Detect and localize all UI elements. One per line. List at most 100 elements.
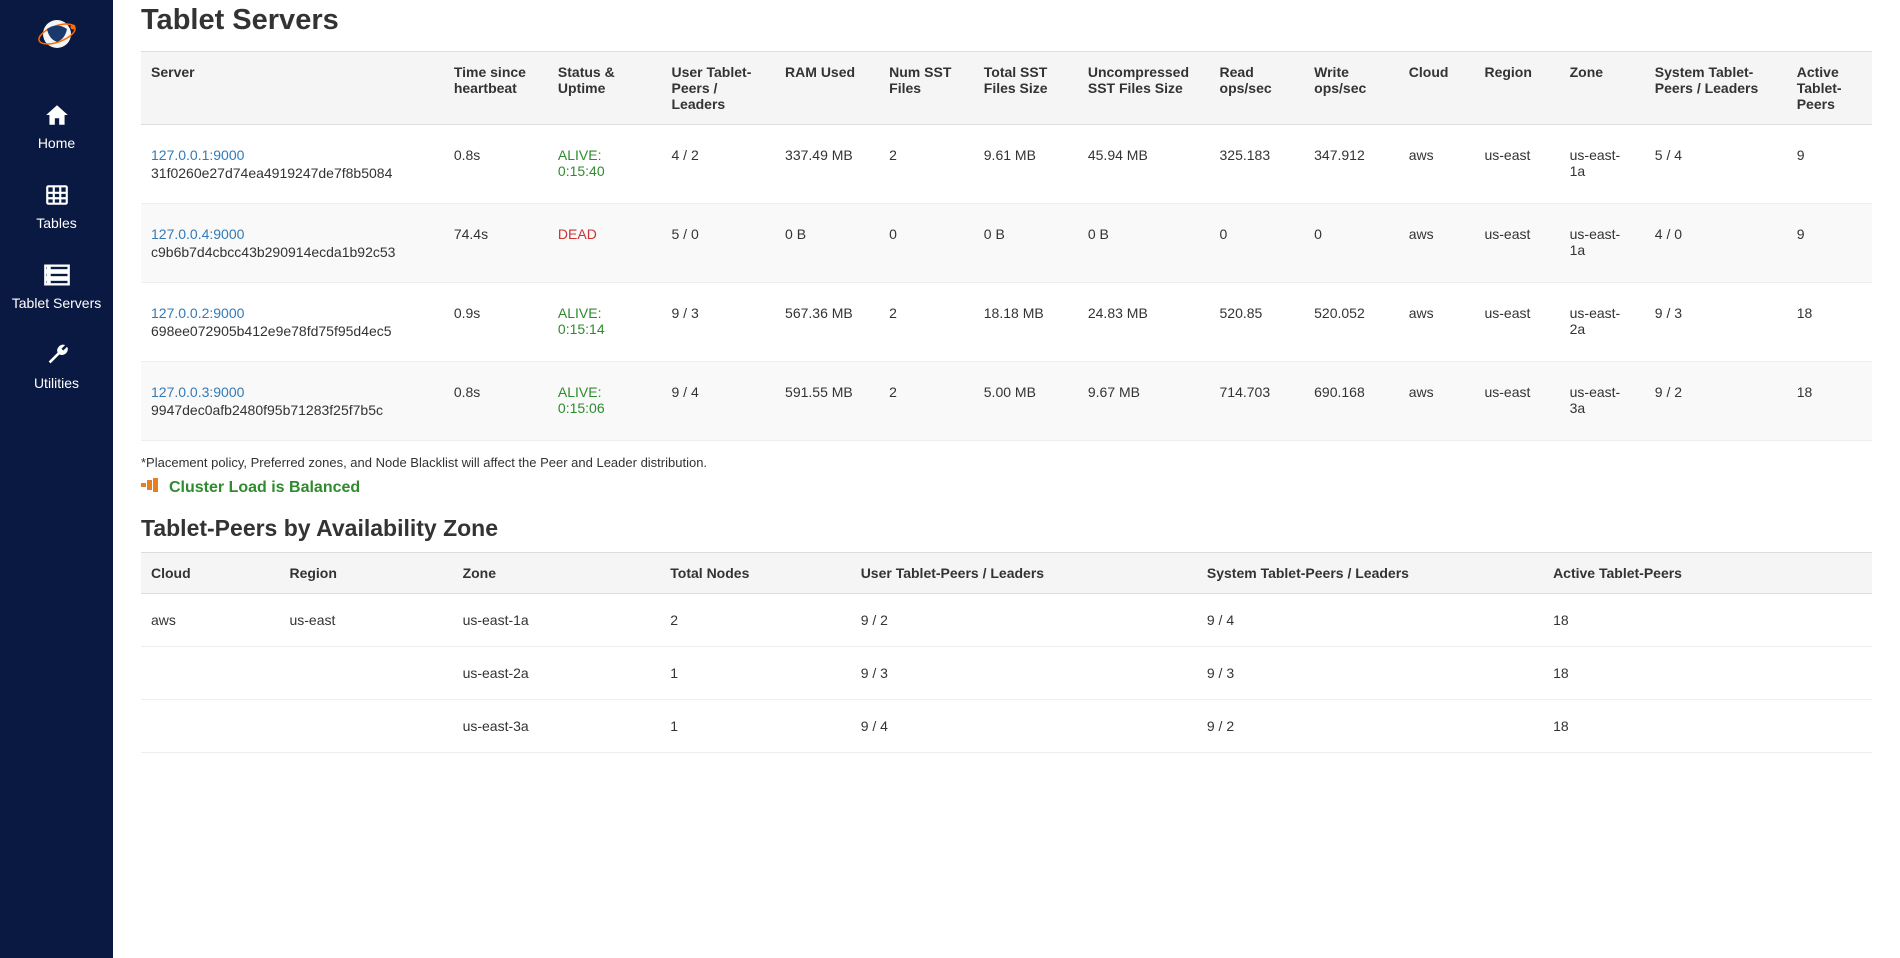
- balance-status-text: Cluster Load is Balanced: [169, 479, 360, 497]
- zone-cell: us-east-2a: [1560, 283, 1645, 362]
- column-header[interactable]: RAM Used: [775, 52, 879, 125]
- nav-label: Home: [38, 135, 75, 151]
- nav-label: Tablet Servers: [12, 295, 101, 311]
- ram-cell: 567.36 MB: [775, 283, 879, 362]
- heartbeat-cell: 0.8s: [444, 125, 548, 204]
- user-peers-cell: 9 / 3: [661, 283, 775, 362]
- status-cell: ALIVE:0:15:06: [548, 362, 662, 441]
- server-link[interactable]: 127.0.0.4:9000: [151, 226, 434, 242]
- column-header[interactable]: Cloud: [141, 553, 279, 594]
- logo-icon: [37, 14, 77, 54]
- sys-peers-cell: 9 / 3: [1197, 647, 1543, 700]
- table-row: awsus-eastus-east-1a29 / 29 / 418: [141, 594, 1872, 647]
- table-row: 127.0.0.2:9000 698ee072905b412e9e78fd75f9…: [141, 283, 1872, 362]
- uncompressed-cell: 9.67 MB: [1078, 362, 1210, 441]
- column-header[interactable]: Server: [141, 52, 444, 125]
- user-peers-cell: 9 / 2: [851, 594, 1197, 647]
- table-row: 127.0.0.1:900031f0260e27d74ea4919247de7f…: [141, 125, 1872, 204]
- servers-table: ServerTime since heartbeatStatus & Uptim…: [141, 51, 1872, 441]
- nav-home[interactable]: Home: [0, 89, 113, 169]
- server-link[interactable]: 127.0.0.3:9000: [151, 384, 434, 400]
- uncompressed-cell: 24.83 MB: [1078, 283, 1210, 362]
- column-header[interactable]: Time since heartbeat: [444, 52, 548, 125]
- heartbeat-cell: 0.9s: [444, 283, 548, 362]
- region-cell: [279, 700, 452, 753]
- column-header[interactable]: Uncompressed SST Files Size: [1078, 52, 1210, 125]
- column-header[interactable]: Region: [279, 553, 452, 594]
- sst-size-cell: 5.00 MB: [974, 362, 1078, 441]
- column-header[interactable]: Write ops/sec: [1304, 52, 1399, 125]
- table-row: us-east-3a19 / 49 / 218: [141, 700, 1872, 753]
- region-cell: us-east: [1474, 204, 1559, 283]
- column-header[interactable]: Zone: [1560, 52, 1645, 125]
- column-header[interactable]: User Tablet-Peers / Leaders: [851, 553, 1197, 594]
- column-header[interactable]: User Tablet-Peers / Leaders: [661, 52, 775, 125]
- uncompressed-cell: 45.94 MB: [1078, 125, 1210, 204]
- sst-size-cell: 18.18 MB: [974, 283, 1078, 362]
- num-sst-cell: 2: [879, 125, 974, 204]
- column-header[interactable]: Total Nodes: [660, 553, 850, 594]
- write-ops-cell: 347.912: [1304, 125, 1399, 204]
- column-header[interactable]: Region: [1474, 52, 1559, 125]
- num-sst-cell: 2: [879, 283, 974, 362]
- nodes-cell: 1: [660, 700, 850, 753]
- nav-label: Tables: [36, 215, 76, 231]
- sys-peers-cell: 5 / 4: [1645, 125, 1787, 204]
- status-cell: ALIVE:0:15:40: [548, 125, 662, 204]
- server-uuid: 9947dec0afb2480f95b71283f25f7b5c: [151, 402, 434, 418]
- column-header[interactable]: System Tablet-Peers / Leaders: [1645, 52, 1787, 125]
- column-header[interactable]: Read ops/sec: [1210, 52, 1305, 125]
- server-uuid: c9b6b7d4cbcc43b290914ecda1b92c53: [151, 244, 434, 260]
- column-header[interactable]: Status & Uptime: [548, 52, 662, 125]
- active-peers-cell: 18: [1543, 594, 1872, 647]
- wrench-icon: [44, 341, 70, 369]
- nav-label: Utilities: [34, 375, 79, 391]
- user-peers-cell: 9 / 3: [851, 647, 1197, 700]
- column-header[interactable]: System Tablet-Peers / Leaders: [1197, 553, 1543, 594]
- sys-peers-cell: 9 / 2: [1197, 700, 1543, 753]
- region-cell: us-east: [1474, 362, 1559, 441]
- sst-size-cell: 9.61 MB: [974, 125, 1078, 204]
- page-title: Tablet Servers: [141, 4, 1872, 37]
- user-peers-cell: 9 / 4: [851, 700, 1197, 753]
- column-header[interactable]: Num SST Files: [879, 52, 974, 125]
- nav-tablet-servers[interactable]: Tablet Servers: [0, 249, 113, 329]
- nodes-cell: 1: [660, 647, 850, 700]
- heartbeat-cell: 0.8s: [444, 362, 548, 441]
- region-cell: us-east: [1474, 283, 1559, 362]
- balance-status-row: Cluster Load is Balanced: [141, 478, 1872, 497]
- region-cell: us-east: [279, 594, 452, 647]
- read-ops-cell: 520.85: [1210, 283, 1305, 362]
- ram-cell: 0 B: [775, 204, 879, 283]
- sys-peers-cell: 9 / 2: [1645, 362, 1787, 441]
- write-ops-cell: 0: [1304, 204, 1399, 283]
- zone-cell: us-east-3a: [1560, 362, 1645, 441]
- user-peers-cell: 9 / 4: [661, 362, 775, 441]
- zone-cell: us-east-3a: [453, 700, 661, 753]
- heartbeat-cell: 74.4s: [444, 204, 548, 283]
- column-header[interactable]: Active Tablet-Peers: [1543, 553, 1872, 594]
- home-icon: [44, 101, 70, 129]
- table-row: us-east-2a19 / 39 / 318: [141, 647, 1872, 700]
- server-link[interactable]: 127.0.0.1:9000: [151, 147, 434, 163]
- server-link[interactable]: 127.0.0.2:9000: [151, 305, 434, 321]
- cloud-cell: aws: [1399, 204, 1475, 283]
- zone-cell: us-east-1a: [1560, 204, 1645, 283]
- ram-cell: 591.55 MB: [775, 362, 879, 441]
- active-peers-cell: 18: [1787, 283, 1872, 362]
- column-header[interactable]: Active Tablet-Peers: [1787, 52, 1872, 125]
- nav-tables[interactable]: Tables: [0, 169, 113, 249]
- column-header[interactable]: Cloud: [1399, 52, 1475, 125]
- zones-section-title: Tablet-Peers by Availability Zone: [141, 515, 1872, 542]
- cloud-cell: [141, 647, 279, 700]
- cloud-cell: aws: [1399, 125, 1475, 204]
- column-header[interactable]: Zone: [453, 553, 661, 594]
- zones-table: CloudRegionZoneTotal NodesUser Tablet-Pe…: [141, 552, 1872, 753]
- sst-size-cell: 0 B: [974, 204, 1078, 283]
- user-peers-cell: 5 / 0: [661, 204, 775, 283]
- active-peers-cell: 9: [1787, 125, 1872, 204]
- nodes-cell: 2: [660, 594, 850, 647]
- column-header[interactable]: Total SST Files Size: [974, 52, 1078, 125]
- server-uuid: 698ee072905b412e9e78fd75f95d4ec5: [151, 323, 434, 339]
- nav-utilities[interactable]: Utilities: [0, 329, 113, 409]
